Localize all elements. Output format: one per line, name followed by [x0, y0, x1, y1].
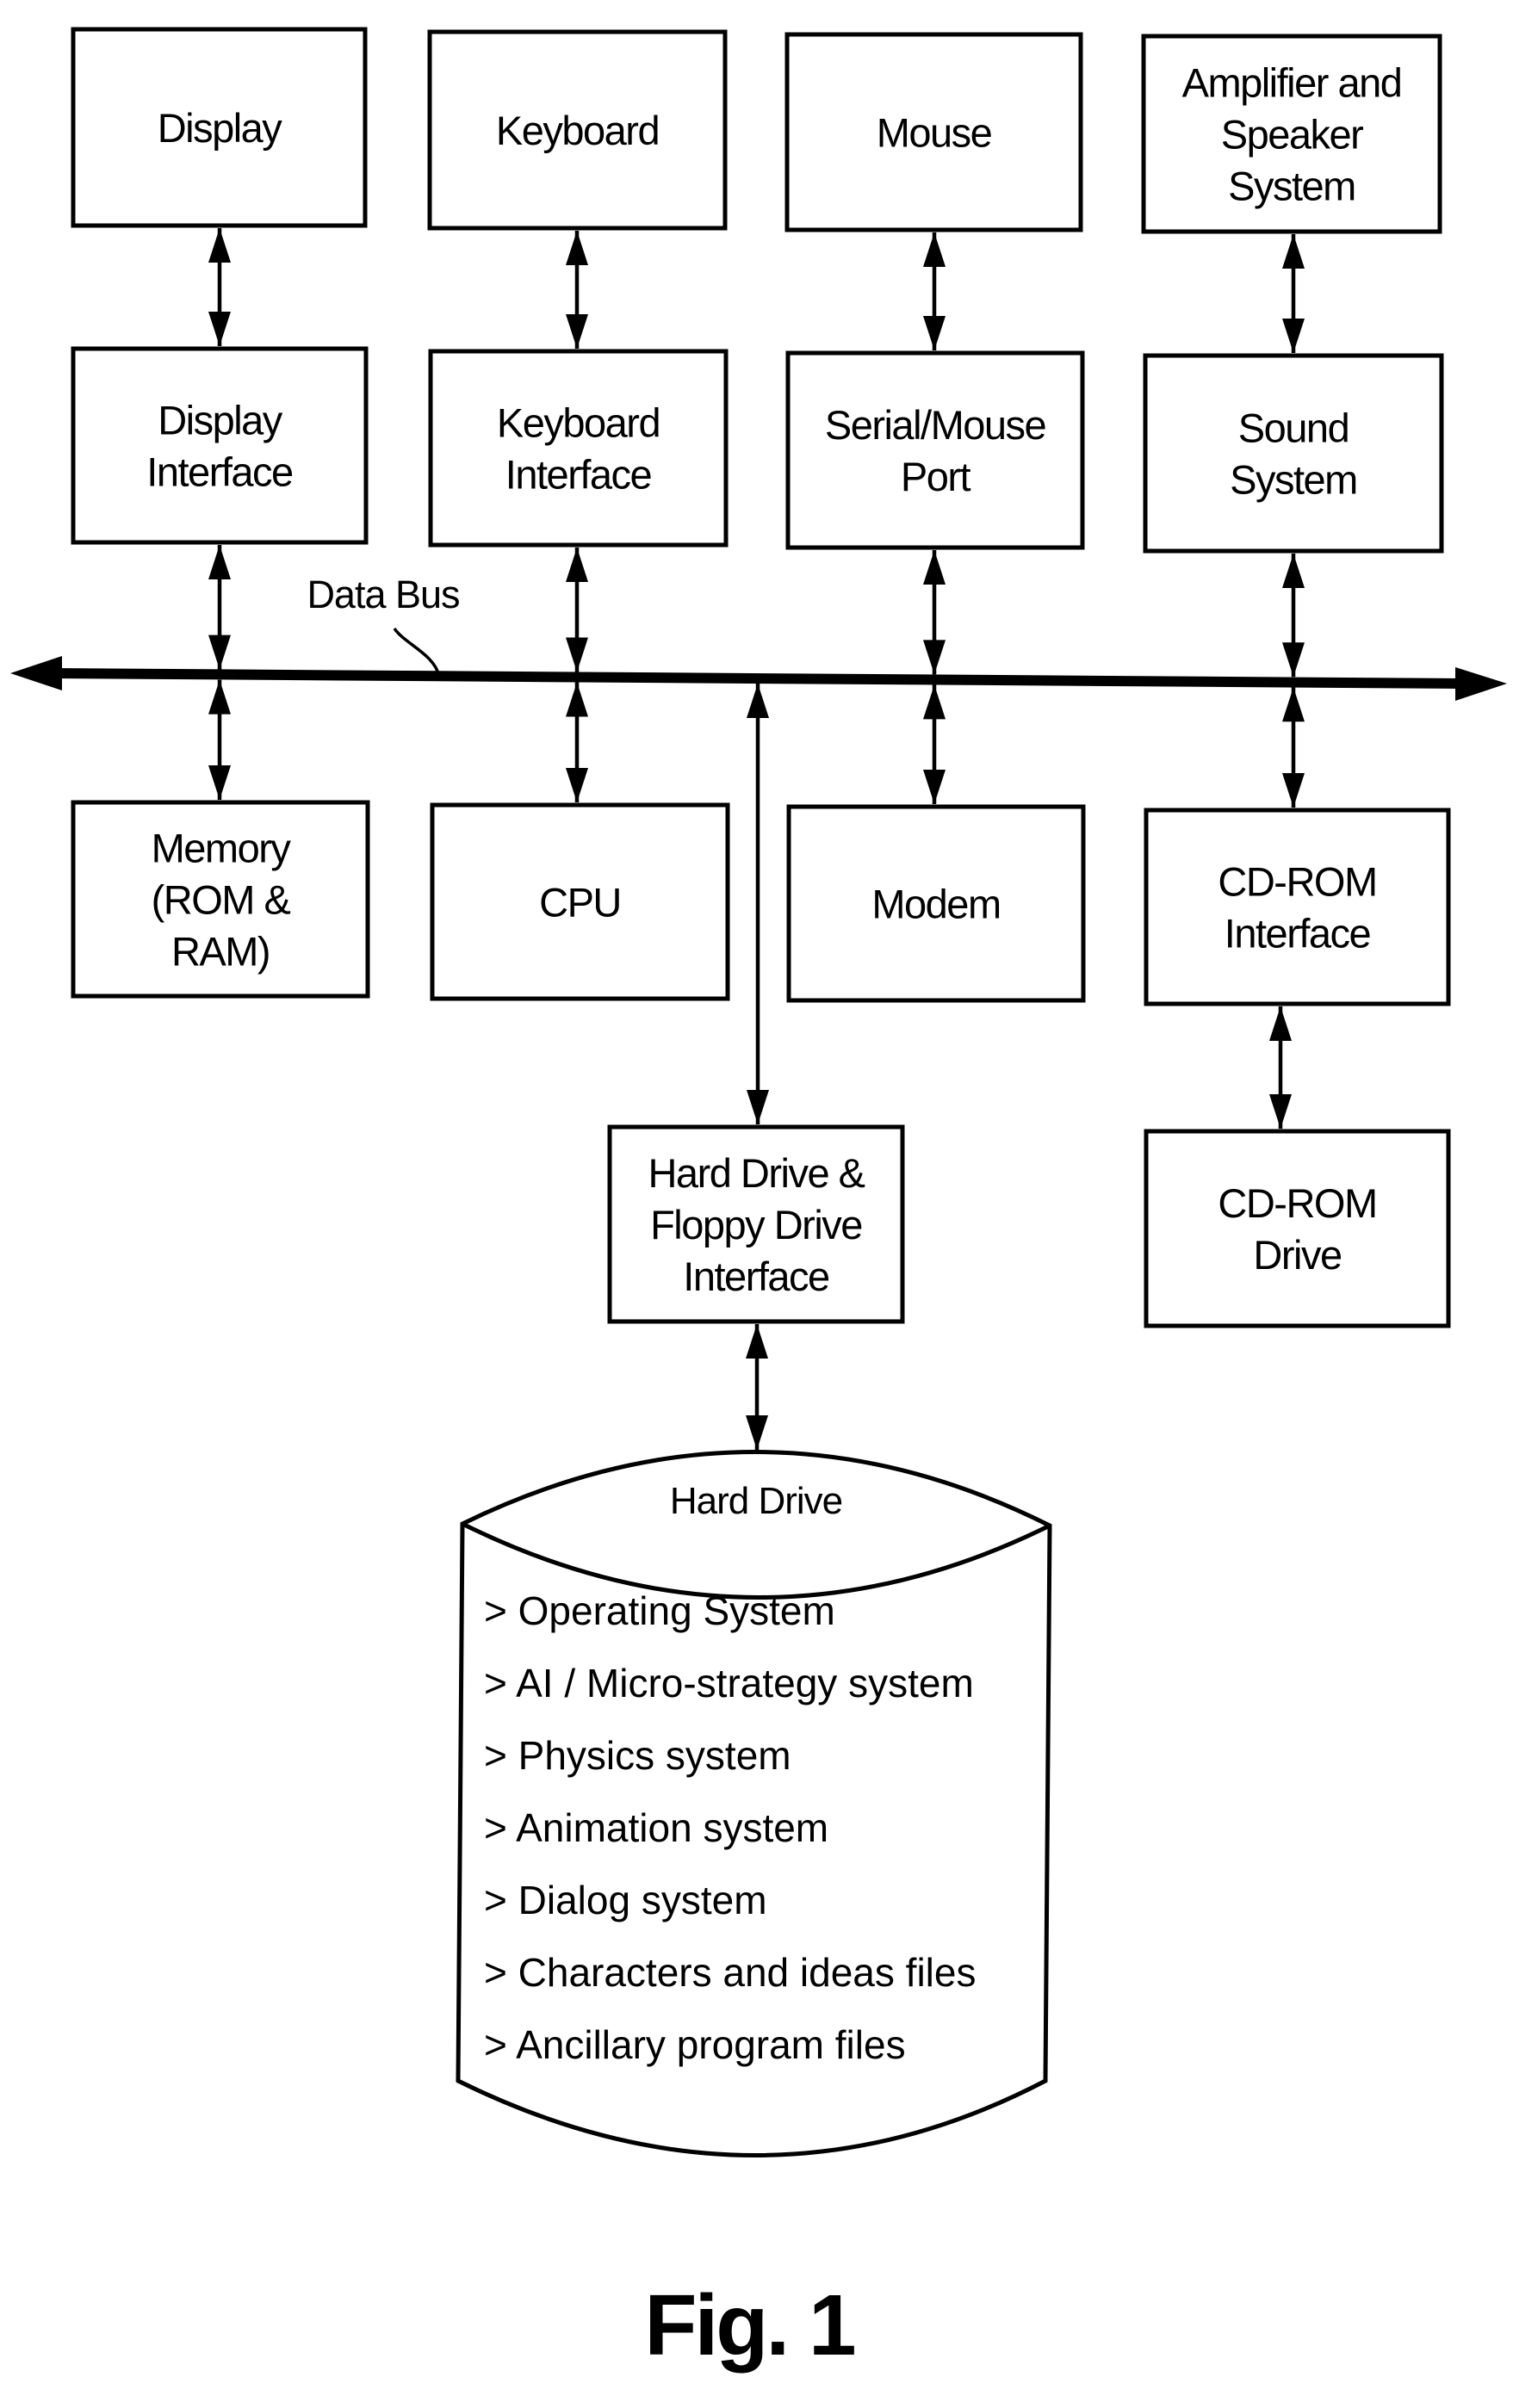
- keyboard-label-line: Keyboard: [496, 108, 659, 153]
- cdrom-drive-label-line: Drive: [1253, 1232, 1342, 1278]
- keyboard-interface-frame: [428, 349, 729, 548]
- data-bus-leader-line: [393, 627, 441, 678]
- connector-mouse-to-serial-mouse-port-arrowhead-up: [923, 232, 946, 267]
- display-interface-label-line: Interface: [146, 449, 293, 495]
- connector-bus-to-memory-arrowhead-up: [208, 679, 231, 715]
- connector-hd-interface-to-hard-drive-arrowhead-down: [746, 1415, 768, 1450]
- cdrom-interface-label-line: CD-ROM: [1218, 859, 1376, 905]
- keyboard-interface-label-line: Keyboard: [497, 400, 660, 446]
- connector-bus-to-hd-interface-arrowhead-down: [747, 1090, 769, 1124]
- box-cpu: CPU: [430, 802, 730, 1001]
- serial-mouse-port-frame: [785, 350, 1085, 550]
- connector-amplifier-to-sound-system-arrowhead-down: [1282, 319, 1305, 353]
- hd-interface-label-line: Hard Drive &: [648, 1150, 865, 1196]
- modem-label-line: Modem: [871, 882, 1000, 927]
- connector-bus-to-hd-interface-arrowhead-up: [747, 683, 769, 718]
- data-bus: Data Bus: [10, 573, 1507, 701]
- connector-serial-mouse-port-to-bus-arrowhead-up: [923, 550, 946, 585]
- box-amplifier: Amplifier and Speaker System: [1141, 34, 1442, 234]
- box-hd-interface: Hard Drive & Floppy Drive Interface: [607, 1124, 905, 1324]
- connector-keyboard-to-keyboard-interface-arrowhead-down: [566, 314, 588, 349]
- serial-mouse-port-label-line: Serial/Mouse: [825, 402, 1046, 448]
- sound-system-label-line: Sound: [1238, 405, 1349, 451]
- connector-display-interface-to-bus-arrowhead-down: [208, 634, 231, 670]
- box-display: Display: [71, 27, 368, 228]
- box-serial-mouse-port: Serial/Mouse Port: [785, 350, 1085, 550]
- memory-label-line: Memory: [152, 826, 292, 871]
- connector-cdrom-interface-to-cdrom-drive-arrowhead-up: [1269, 1006, 1292, 1041]
- serial-mouse-port-label-line: Port: [901, 454, 971, 499]
- data-bus-left-arrowhead: [10, 656, 62, 690]
- hard-drive-list-item: > Dialog system: [484, 1878, 767, 1922]
- connector-cdrom-interface-to-cdrom-drive-arrowhead-down: [1269, 1094, 1292, 1129]
- data-bus-line: [51, 668, 1465, 689]
- amplifier-label-line: System: [1228, 164, 1355, 209]
- data-bus-right-arrowhead: [1455, 667, 1507, 701]
- display-interface-label-line: Display: [158, 398, 283, 443]
- connector-display-interface-to-bus-arrowhead-up: [208, 545, 231, 579]
- hard-drive-cylinder: Hard Drive > Operating System > AI / Micr…: [456, 1450, 1052, 2157]
- box-keyboard-interface: Keyboard Interface: [428, 349, 729, 548]
- connector-hd-interface-to-hard-drive-arrowhead-up: [746, 1324, 768, 1359]
- connector-keyboard-interface-to-bus-arrowhead-up: [566, 548, 588, 582]
- connector-serial-mouse-port-to-bus-arrowhead-down: [923, 640, 946, 675]
- connector-bus-to-cdrom-interface-arrowhead-down: [1282, 773, 1305, 808]
- memory-label-line: (ROM &: [152, 877, 291, 923]
- connector-mouse-to-serial-mouse-port-arrowhead-down: [923, 316, 946, 350]
- hard-drive-list-item: > AI / Micro-strategy system: [484, 1661, 974, 1705]
- keyboard-interface-label-line: Interface: [505, 452, 652, 498]
- display-interface-frame: [71, 346, 369, 545]
- cdrom-interface-label-line: Interface: [1225, 911, 1371, 956]
- display-label-line: Display: [158, 105, 283, 151]
- hd-interface-label-line: Interface: [683, 1254, 829, 1299]
- box-sound-system: Sound System: [1143, 353, 1444, 554]
- connector-bus-to-memory-arrowhead-down: [208, 765, 231, 800]
- hard-drive-list-item: > Operating System: [484, 1588, 835, 1633]
- box-memory: Memory (ROM & RAM): [71, 800, 370, 999]
- connector-bus-to-modem-arrowhead-up: [923, 684, 946, 720]
- cdrom-drive-frame: [1144, 1129, 1451, 1328]
- cdrom-interface-frame: [1144, 808, 1451, 1006]
- hard-drive-list-item: > Animation system: [484, 1805, 828, 1850]
- hd-interface-label-line: Floppy Drive: [650, 1202, 862, 1247]
- memory-label-line: RAM): [171, 929, 270, 975]
- hard-drive-list-item: > Characters and ideas files: [484, 1950, 976, 1995]
- box-display-interface: Display Interface: [71, 346, 369, 545]
- connector-sound-system-to-bus-arrowhead-up: [1282, 554, 1305, 588]
- connector-bus-to-cpu-arrowhead-down: [566, 768, 588, 802]
- sound-system-label-line: System: [1230, 457, 1357, 503]
- box-mouse: Mouse: [784, 32, 1083, 232]
- cdrom-drive-label-line: CD-ROM: [1218, 1180, 1376, 1226]
- connector-display-to-display-interface-arrowhead-up: [208, 228, 231, 263]
- hard-drive-list-item: > Physics system: [484, 1733, 791, 1778]
- sound-system-frame: [1143, 353, 1444, 554]
- connector-sound-system-to-bus-arrowhead-down: [1282, 642, 1305, 678]
- connector-bus-to-cdrom-interface-arrowhead-up: [1282, 687, 1305, 722]
- box-cdrom-drive: CD-ROM Drive: [1144, 1129, 1451, 1328]
- mouse-label-line: Mouse: [877, 110, 992, 156]
- connector-amplifier-to-sound-system-arrowhead-up: [1282, 234, 1305, 269]
- connector-display-to-display-interface-arrowhead-down: [208, 312, 231, 346]
- data-bus-label: Data Bus: [307, 573, 459, 616]
- connector-bus-to-cpu-arrowhead-up: [566, 682, 588, 717]
- connector-bus-to-modem-arrowhead-down: [923, 770, 946, 804]
- amplifier-label-line: Speaker: [1221, 112, 1363, 158]
- cpu-label-line: CPU: [539, 880, 621, 925]
- system-block-diagram: Data Bus Display Keyboard Mouse Amplifier a…: [10, 27, 1507, 2374]
- connector-keyboard-to-keyboard-interface-arrowhead-up: [566, 231, 588, 265]
- hard-drive-title: Hard Drive: [670, 1480, 842, 1522]
- box-keyboard: Keyboard: [427, 29, 728, 231]
- box-modem: Modem: [786, 804, 1086, 1003]
- amplifier-label-line: Amplifier and: [1182, 60, 1402, 106]
- connector-keyboard-interface-to-bus-arrowhead-down: [566, 637, 588, 672]
- figure-caption: Fig. 1: [644, 2277, 854, 2374]
- box-cdrom-interface: CD-ROM Interface: [1144, 808, 1451, 1006]
- hard-drive-list-item: > Ancillary program files: [484, 2022, 906, 2067]
